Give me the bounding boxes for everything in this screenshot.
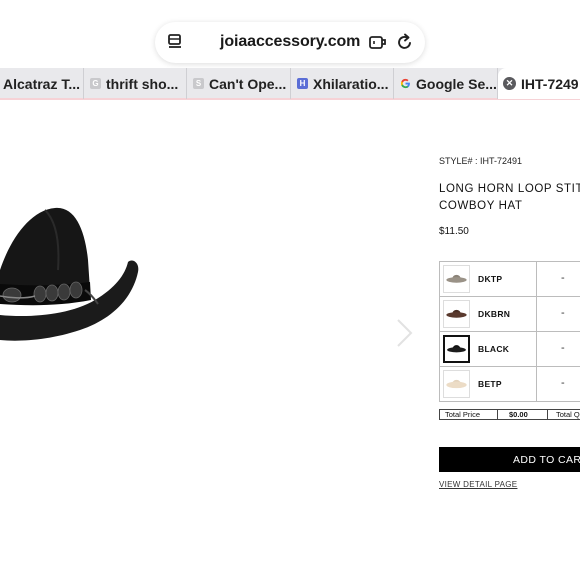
browser-toolbar: joiaaccessory.com: [0, 0, 580, 68]
hat-swatch-black[interactable]: [443, 335, 470, 363]
tab-iht-72491[interactable]: ✕ IHT-7249: [498, 68, 580, 99]
favicon-icon: S: [193, 78, 204, 89]
color-row-betp[interactable]: BETP -: [439, 366, 580, 402]
color-code: DKTP: [478, 274, 503, 284]
product-title-line2: COWBOY HAT: [439, 200, 523, 212]
cell-divider: [536, 332, 537, 366]
hat-swatch-dktp[interactable]: [443, 265, 470, 293]
color-row-dkbrn[interactable]: DKBRN -: [439, 296, 580, 332]
hat-swatch-betp[interactable]: [443, 370, 470, 398]
tab-label: Google Se...: [416, 75, 497, 92]
totals-divider: [547, 410, 548, 419]
tab-alcatraz[interactable]: Alcatraz T...: [0, 68, 84, 99]
totals-bar: Total Price $0.00 Total Q: [439, 409, 580, 420]
hat-swatch-dkbrn[interactable]: [443, 300, 470, 328]
url-text[interactable]: joiaaccessory.com: [220, 33, 360, 51]
tab-xhilaration[interactable]: H Xhilaratio...: [291, 68, 394, 99]
color-code: BLACK: [478, 344, 510, 354]
tab-label: Alcatraz T...: [3, 75, 81, 92]
tab-strip: Alcatraz T... G thrift sho... S Can't Op…: [0, 68, 580, 100]
color-row-dktp[interactable]: DKTP -: [439, 261, 580, 297]
product-price: $11.50: [439, 226, 469, 237]
qty-value[interactable]: -: [561, 307, 565, 319]
color-code: DKBRN: [478, 309, 511, 319]
address-bar[interactable]: joiaaccessory.com: [155, 22, 425, 63]
reload-icon[interactable]: [397, 33, 413, 51]
tab-label: thrift sho...: [106, 75, 179, 92]
style-number: STYLE# : IHT-72491: [439, 156, 523, 166]
favicon-icon: G: [90, 78, 101, 89]
qty-value[interactable]: -: [561, 272, 565, 284]
totals-divider: [497, 410, 498, 419]
cell-divider: [536, 262, 537, 296]
next-image-arrow-icon[interactable]: [395, 318, 415, 348]
product-image[interactable]: [0, 200, 145, 350]
extensions-icon[interactable]: [369, 34, 387, 50]
tab-label: Xhilaratio...: [313, 75, 389, 92]
favicon-icon: H: [297, 78, 308, 89]
color-code: BETP: [478, 379, 502, 389]
cell-divider: [536, 367, 537, 401]
total-qty-label: Total Q: [556, 410, 580, 419]
close-tab-icon[interactable]: ✕: [503, 77, 516, 90]
tab-google-search[interactable]: Google Se...: [394, 68, 498, 99]
total-price-value: $0.00: [509, 410, 528, 419]
view-detail-page-link[interactable]: VIEW DETAIL PAGE: [439, 480, 517, 489]
qty-value[interactable]: -: [561, 342, 565, 354]
color-row-black[interactable]: BLACK -: [439, 331, 580, 367]
product-title-line1: LONG HORN LOOP STITC: [439, 183, 580, 195]
cell-divider: [536, 297, 537, 331]
page-menu-icon[interactable]: [168, 34, 182, 50]
tab-label: Can't Ope...: [209, 75, 287, 92]
add-to-cart-button[interactable]: ADD TO CART: [439, 447, 580, 472]
tab-cant-open[interactable]: S Can't Ope...: [187, 68, 291, 99]
product-title: LONG HORN LOOP STITC COWBOY HAT: [439, 181, 580, 215]
tab-thrift[interactable]: G thrift sho...: [84, 68, 187, 99]
google-icon: [400, 78, 410, 89]
total-price-label: Total Price: [445, 410, 481, 419]
tab-label: IHT-7249: [521, 75, 579, 92]
qty-value[interactable]: -: [561, 377, 565, 389]
